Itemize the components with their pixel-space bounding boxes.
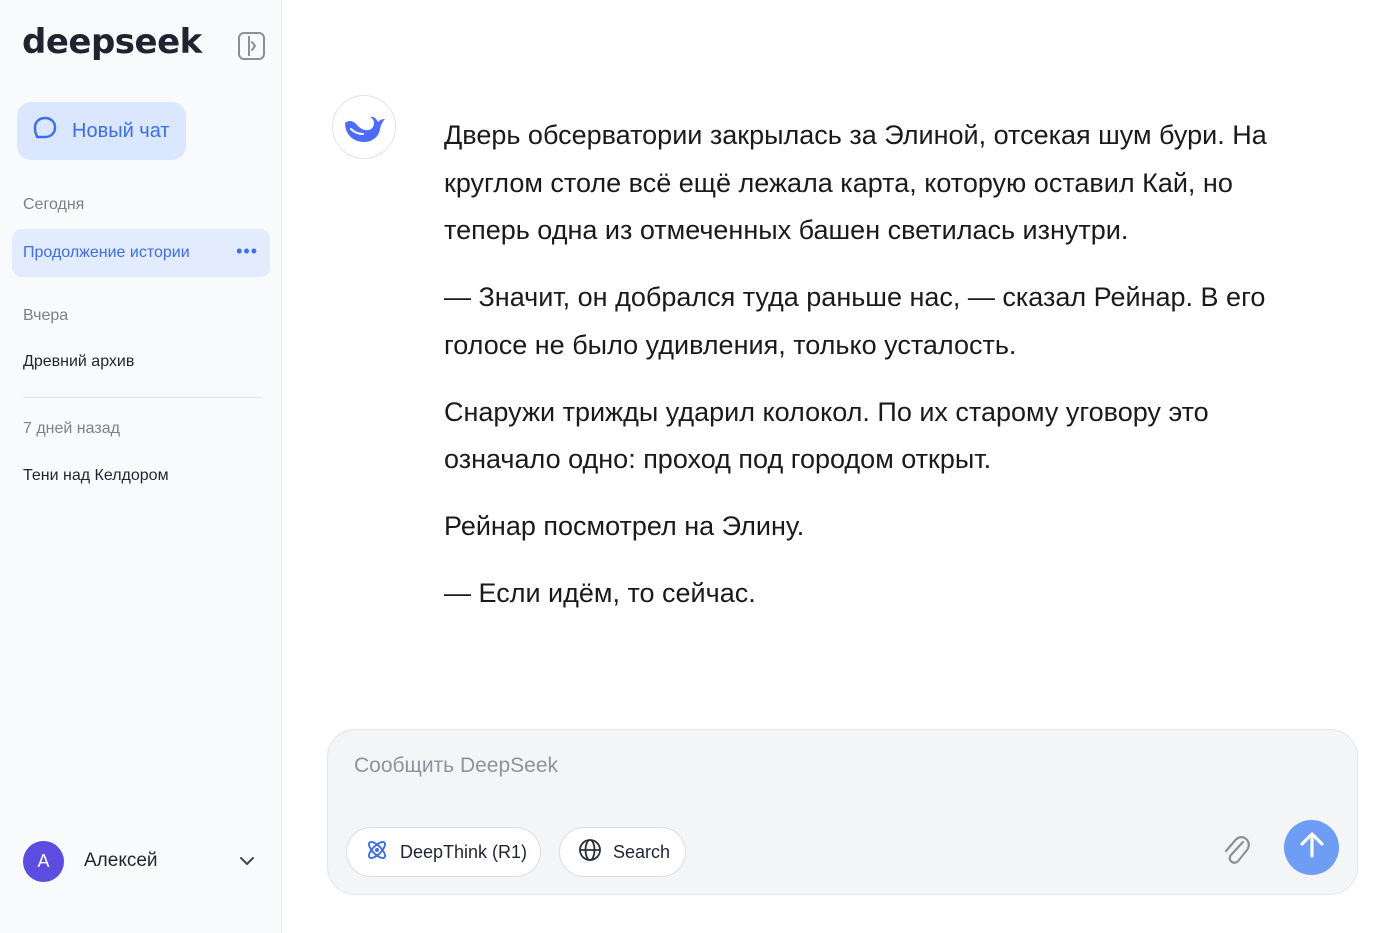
avatar: А: [23, 840, 64, 882]
section-label-yesterday: Вчера: [23, 307, 69, 324]
paperclip-icon[interactable]: [1221, 833, 1251, 869]
search-label: Search: [613, 841, 671, 862]
deepthink-label: DeepThink (R1): [400, 841, 528, 862]
atom-icon: [365, 838, 389, 867]
sidebar: deepseek Новый чат Сегодня Продолжение и…: [0, 0, 282, 933]
section-label-today: Сегодня: [23, 196, 85, 213]
sidebar-divider: [23, 397, 262, 398]
collapse-sidebar-icon[interactable]: [238, 32, 265, 60]
sidebar-chat-item[interactable]: Тени над Келдором: [12, 452, 270, 500]
chat-item-title: Древний архив: [23, 353, 135, 370]
deepthink-toggle[interactable]: DeepThink (R1): [346, 827, 541, 877]
sidebar-chat-item[interactable]: Древний архив: [12, 338, 270, 386]
message-paragraph: Рейнар посмотрел на Элину.: [444, 511, 805, 541]
message-paragraph: — Если идём, то сейчас.: [444, 578, 756, 608]
user-name: Алексей: [84, 850, 158, 871]
message-paragraph: Снаружи трижды ударил колокол. По их ста…: [444, 396, 1209, 475]
new-chat-button[interactable]: Новый чат: [17, 102, 186, 160]
assistant-message: Дверь обсерватории закрылась за Элиной, …: [444, 112, 1304, 637]
message-paragraph: Дверь обсерватории закрылась за Элиной, …: [444, 120, 1267, 245]
deepseek-whale-icon: [332, 95, 396, 159]
chat-bubble-icon: [32, 115, 58, 147]
chevron-down-icon[interactable]: [239, 853, 255, 874]
message-paragraph: — Значит, он добрался туда раньше нас, —…: [444, 282, 1266, 360]
chat-item-title: Тени над Келдором: [23, 467, 169, 484]
arrow-up-icon: [1299, 831, 1325, 864]
deepseek-logo: deepseek: [22, 22, 202, 62]
section-label-7-days: 7 дней назад: [23, 420, 120, 437]
new-chat-label: Новый чат: [72, 119, 170, 142]
chat-item-title: Продолжение истории: [23, 244, 190, 261]
message-composer: DeepThink (R1) Search: [327, 729, 1358, 895]
globe-icon: [578, 838, 602, 867]
search-toggle[interactable]: Search: [559, 827, 686, 877]
ellipsis-icon[interactable]: •••: [236, 241, 258, 261]
user-menu[interactable]: А Алексей: [23, 840, 263, 882]
message-input[interactable]: [354, 754, 1254, 778]
sidebar-chat-item-active[interactable]: Продолжение истории •••: [12, 229, 270, 277]
send-button[interactable]: [1284, 820, 1339, 875]
